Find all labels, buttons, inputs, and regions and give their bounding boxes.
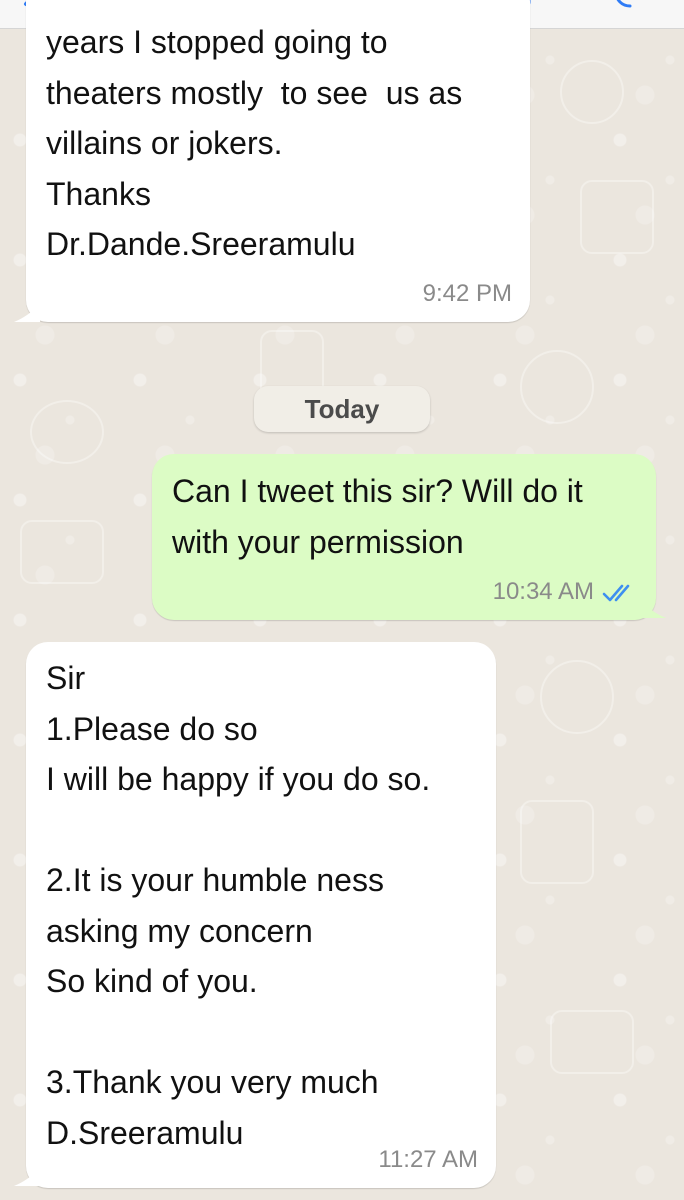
- bubble-tail: [14, 304, 40, 322]
- wallpaper-doodle: [520, 800, 594, 884]
- double-check-read-icon: [602, 584, 630, 602]
- wallpaper-doodle: [520, 350, 594, 424]
- message-text: Sir 1.Please do so I will be happy if yo…: [46, 660, 431, 1151]
- date-divider: Today: [254, 386, 430, 432]
- message-timestamp: 11:27 AM: [378, 1146, 478, 1173]
- bubble-tail: [14, 1168, 40, 1186]
- phone-icon[interactable]: [614, 0, 636, 10]
- wallpaper-doodle: [20, 520, 104, 584]
- message-bubble-incoming[interactable]: years I stopped going to theaters mostly…: [26, 0, 530, 322]
- message-text: years I stopped going to theaters mostly…: [46, 24, 463, 262]
- message-timestamp: 9:42 PM: [422, 280, 512, 307]
- bubble-tail: [640, 600, 666, 618]
- message-bubble-outgoing[interactable]: Can I tweet this sir? Will do it with yo…: [152, 454, 656, 620]
- message-bubble-incoming[interactable]: Sir 1.Please do so I will be happy if yo…: [26, 642, 496, 1188]
- wallpaper-doodle: [30, 400, 104, 464]
- wallpaper-doodle: [550, 1010, 634, 1074]
- wallpaper-doodle: [560, 60, 624, 124]
- wallpaper-doodle: [580, 180, 654, 254]
- message-timestamp: 10:34 AM: [492, 578, 594, 605]
- wallpaper-doodle: [540, 660, 614, 734]
- message-text: Can I tweet this sir? Will do it with yo…: [172, 473, 583, 560]
